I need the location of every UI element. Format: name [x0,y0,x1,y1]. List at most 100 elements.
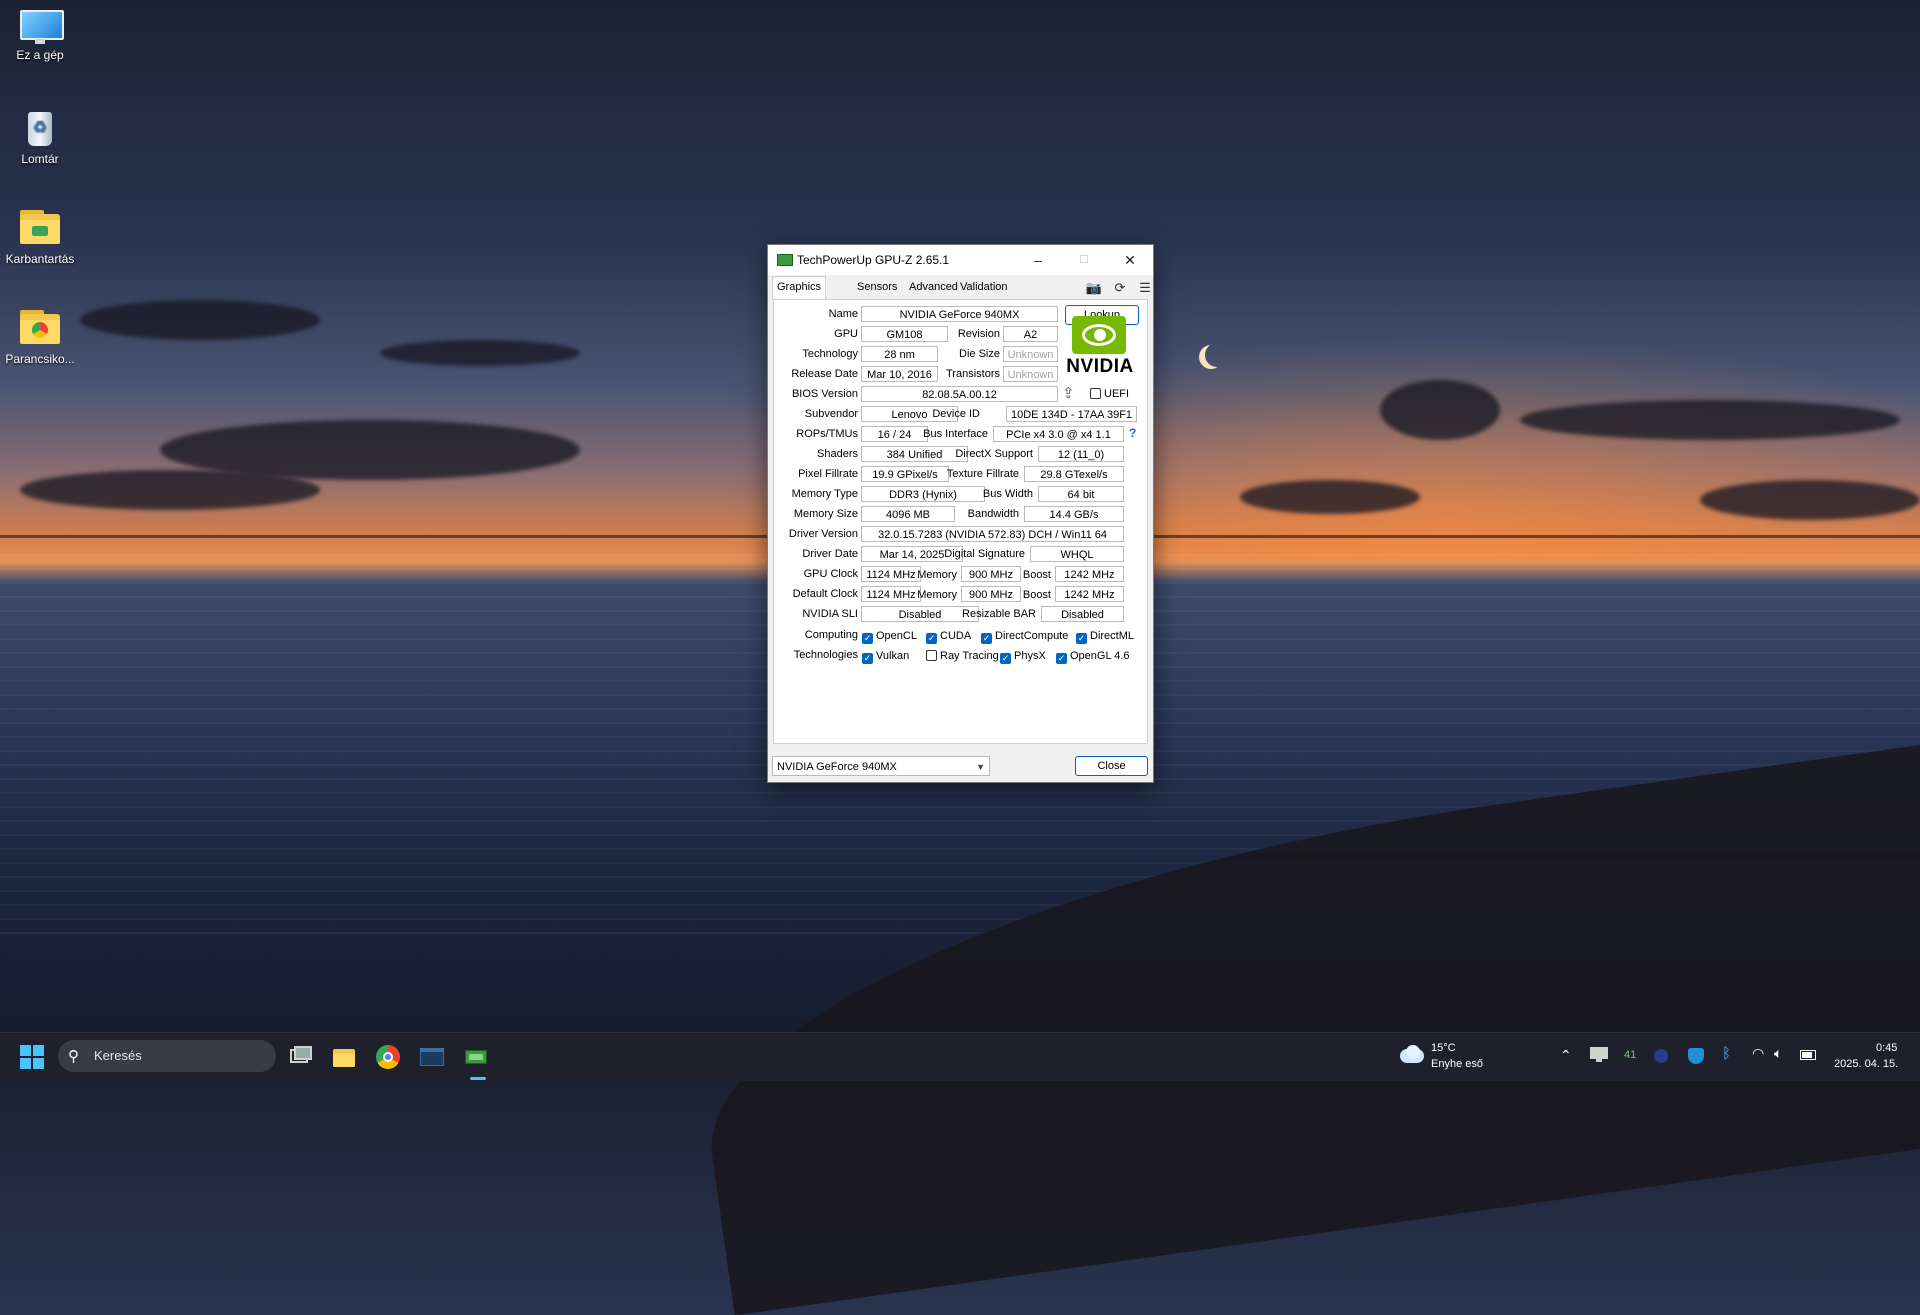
monitor-tray-icon[interactable] [1590,1047,1608,1063]
chevron-down-icon: ▼ [976,762,985,772]
pixel-fillrate-label: Pixel Fillrate [798,468,858,480]
graphics-card-panel: Name NVIDIA GeForce 940MX Lookup GPU GM1… [773,299,1148,744]
clock-time[interactable]: 0:45 [1876,1042,1897,1054]
cuda-checkbox: ✓ CUDA [926,629,971,644]
battery-icon[interactable] [1800,1050,1816,1060]
folder-shortcut-icon [18,308,62,348]
vulkan-checkbox: ✓ Vulkan [862,649,909,664]
app-window-icon[interactable] [420,1045,444,1069]
nvidia-logo: NVIDIA [1060,316,1140,377]
desktop-icon-recycle-bin[interactable]: ♻ Lomtár [4,108,76,166]
bus-help-icon[interactable]: ? [1129,426,1136,440]
camera-icon[interactable]: 📷 [1085,280,1103,296]
device-id-label: Device ID [932,408,980,420]
checkbox-box: ✓ [1056,653,1067,664]
desktop-icon-karbantartas[interactable]: Karbantartás [4,208,76,266]
directml-label: DirectML [1090,630,1135,642]
recycle-bin-icon: ♻ [18,108,62,148]
checkbox-box: ✓ [862,633,873,644]
gpu-value: GM108 [861,326,948,342]
search-icon: ⚲ [68,1048,79,1065]
computer-icon [18,8,64,44]
resizable-bar-value: Disabled [1041,606,1124,622]
memory-size-value: 4096 MB [861,506,955,522]
device-id-value: 10DE 134D - 17AA 39F1 [1006,406,1137,422]
tab-sensors[interactable]: Sensors [853,277,901,297]
pixel-fillrate-value: 19.9 GPixel/s [861,466,949,482]
technologies-label: Technologies [793,649,858,661]
taskbar: ⚲ Keresés 15°C Enyhe eső ⌃ 41 ᛒ ◠ 🔈︎ 0:4… [0,1032,1920,1081]
default-boost-value: 1242 MHz [1055,586,1124,602]
memory-type-label: Memory Type [791,488,858,500]
opencl-label: OpenCL [876,630,917,642]
gpuz-app-icon [777,254,793,266]
tab-advanced[interactable]: Advanced [905,277,962,297]
resizable-bar-label: Resizable BAR [962,608,1036,620]
uefi-checkbox: UEFI [1090,387,1129,401]
tray-app-icon[interactable] [1654,1049,1668,1063]
sli-label: NVIDIA SLI [802,608,858,620]
maximize-button[interactable]: ☐ [1061,245,1107,275]
driver-version-value: 32.0.15.7283 (NVIDIA 572.83) DCH / Win11… [861,526,1124,542]
file-explorer-icon[interactable] [332,1045,356,1069]
physx-checkbox: ✓ PhysX [1000,649,1046,664]
chevron-up-icon[interactable]: ⌃ [1560,1047,1572,1064]
windows-start-icon[interactable] [20,1045,44,1069]
rops-value: 16 / 24 [861,426,928,442]
title-bar[interactable]: TechPowerUp GPU-Z 2.65.1 – ☐ ✕ [768,245,1153,275]
desktop-icon-label: Parancsiko... [5,352,75,366]
menu-icon[interactable]: ☰ [1136,280,1154,296]
uefi-label: UEFI [1104,388,1130,400]
nvidia-logo-text: NVIDIA [1066,356,1134,377]
wifi-icon[interactable]: ◠ [1752,1045,1764,1062]
moon [1205,343,1229,367]
chrome-icon[interactable] [376,1045,400,1069]
tab-graphics-card[interactable]: Graphics Card [772,276,827,313]
technology-label: Technology [802,348,858,360]
tab-validation[interactable]: Validation [956,277,1012,297]
bios-label: BIOS Version [791,388,858,400]
clock-date[interactable]: 2025. 04. 15. [1834,1058,1898,1070]
beach [678,724,1920,1315]
computing-label: Computing [804,629,858,641]
default-memory-label: Memory [917,589,957,601]
texture-fillrate-value: 29.8 GTexel/s [1024,466,1124,482]
task-view-icon[interactable] [288,1045,312,1069]
bluetooth-icon[interactable]: ᛒ [1722,1045,1731,1062]
gpuz-taskbar-icon[interactable] [464,1045,488,1069]
gpu-label: GPU [834,328,858,340]
checkbox-box: ✓ [862,653,873,664]
folder-icon [18,208,62,248]
texture-fillrate-label: Texture Fillrate [946,468,1019,480]
nvidia-eye-icon [1072,316,1126,354]
desktop-icon-this-pc[interactable]: Ez a gép [4,8,76,62]
checkbox-box: ✓ [926,633,937,644]
tray-counter[interactable]: 41 [1624,1049,1636,1061]
share-icon[interactable]: ⇪ [1062,384,1075,402]
opencl-checkbox: ✓ OpenCL [862,629,917,644]
taskbar-search[interactable]: ⚲ Keresés [58,1040,276,1072]
window-title: TechPowerUp GPU-Z 2.65.1 [797,253,950,267]
close-button[interactable]: Close [1075,756,1148,776]
gpu-memory-value: 900 MHz [961,566,1021,582]
desktop-icon-shortcuts[interactable]: Parancsiko... [4,308,76,366]
default-boost-label: Boost [1022,589,1051,601]
name-label: Name [828,308,858,320]
security-shield-icon[interactable] [1688,1048,1704,1064]
gpu-select-dropdown[interactable]: NVIDIA GeForce 940MX ▼ [772,756,990,776]
release-date-label: Release Date [791,368,858,380]
directx-value: 12 (11_0) [1038,446,1124,462]
default-clock-label: Default Clock [792,588,858,600]
default-clock-value: 1124 MHz [861,586,921,602]
close-window-button[interactable]: ✕ [1107,245,1153,275]
gpuz-window: TechPowerUp GPU-Z 2.65.1 – ☐ ✕ Graphics … [767,244,1154,783]
digital-signature-label: Digital Signature [944,548,1025,560]
weather-icon[interactable] [1398,1043,1426,1067]
checkbox-box [1090,388,1101,399]
refresh-icon[interactable]: ⟳ [1111,280,1129,296]
shaders-value: 384 Unified [861,446,968,462]
bus-interface-label: Bus Interface [923,428,988,440]
bios-value: 82.08.5A.00.12 [861,386,1058,402]
minimize-button[interactable]: – [1015,245,1061,275]
volume-icon[interactable]: 🔈︎ [1774,1045,1782,1062]
